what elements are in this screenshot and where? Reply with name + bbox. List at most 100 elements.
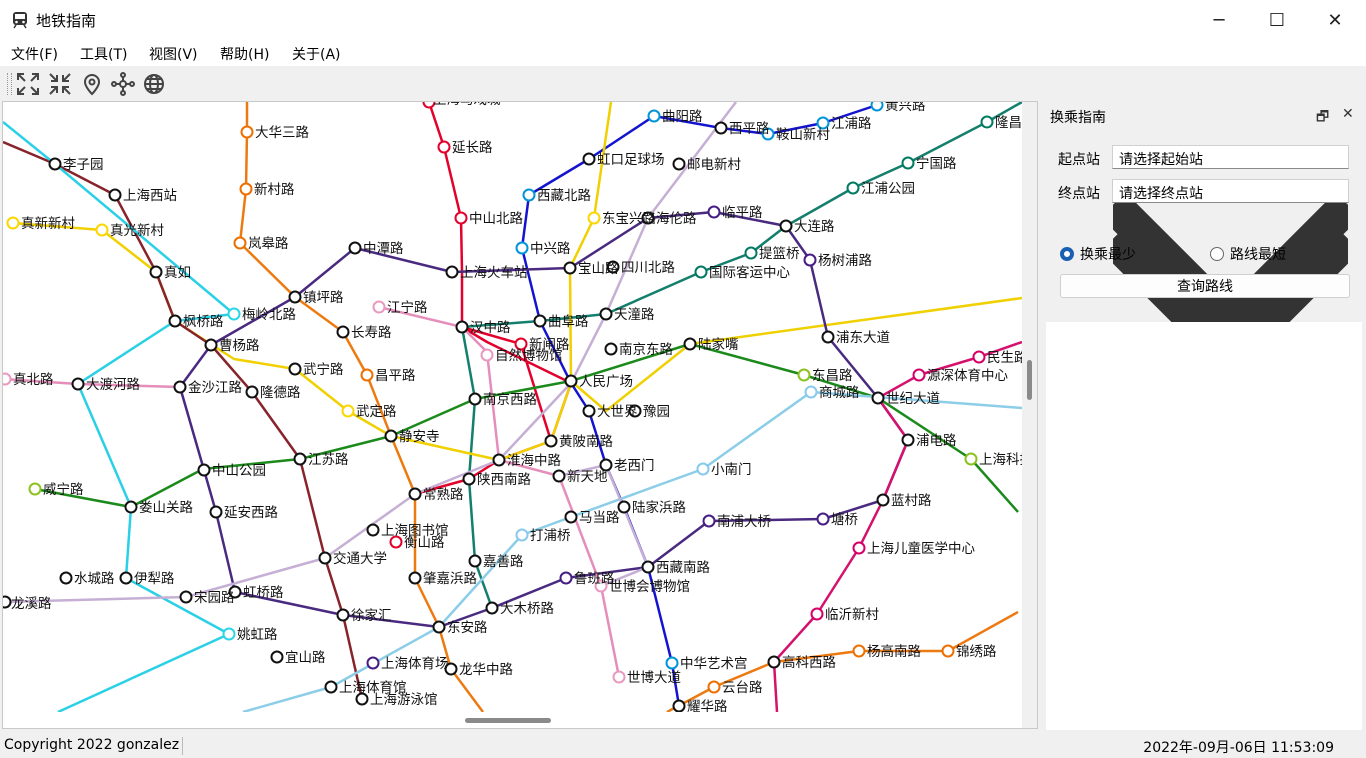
station-node[interactable] (941, 644, 955, 658)
station-label[interactable]: 马当路 (579, 510, 620, 526)
station-label[interactable]: 四川北路 (621, 260, 675, 276)
station-node[interactable] (384, 429, 398, 443)
station-node[interactable] (980, 115, 994, 129)
zoom-out-button[interactable] (47, 71, 73, 97)
globe-button[interactable] (141, 71, 167, 97)
station-label[interactable]: 武宁路 (303, 361, 344, 378)
station-node[interactable] (408, 571, 422, 585)
station-node[interactable] (119, 571, 133, 585)
end-station-select[interactable]: 请选择终点站 (1100, 179, 1361, 382)
station-node[interactable] (341, 404, 355, 418)
station-label[interactable]: 云台路 (722, 680, 763, 696)
station-node[interactable] (694, 265, 708, 279)
station-label[interactable]: 老西门 (614, 458, 655, 474)
station-node[interactable] (964, 452, 978, 466)
station-label[interactable]: 东安路 (447, 620, 488, 636)
station-label[interactable]: 东昌路 (812, 368, 853, 384)
station-label[interactable]: 锦绣路 (956, 644, 997, 660)
station-node[interactable] (804, 385, 818, 399)
station-label[interactable]: 世博大道 (627, 669, 681, 686)
station-node[interactable] (485, 601, 499, 615)
metro-map-view[interactable]: 上海马戏城延长路中山北路 大华三路新村路岚皋路真如曹杨路 镇坪路 中潭路上海火车站汉中… (2, 101, 1038, 729)
station-node[interactable] (533, 314, 547, 328)
station-label[interactable]: 西藏北路 (537, 188, 591, 204)
float-panel-icon[interactable]: 🗗 (1316, 106, 1329, 130)
station-node[interactable] (288, 362, 302, 376)
station-node[interactable] (455, 320, 469, 334)
station-label[interactable]: 虹桥路 (243, 585, 284, 601)
station-label[interactable]: 浦电路 (916, 433, 957, 449)
menu-help[interactable]: 帮助(H) (220, 44, 269, 64)
station-node[interactable] (803, 253, 817, 267)
station-node[interactable] (366, 656, 380, 670)
station-node[interactable] (683, 337, 697, 351)
station-label[interactable]: 商城路 (819, 385, 860, 401)
station-node[interactable] (515, 241, 529, 255)
station-label[interactable]: 海伦路 (656, 211, 697, 227)
map-horizontal-scroll-thumb[interactable] (465, 718, 551, 723)
station-label[interactable]: 长寿路 (351, 324, 392, 341)
station-label[interactable]: 岚皋路 (248, 236, 289, 252)
station-label[interactable]: 隆昌路 (995, 115, 1022, 131)
station-label[interactable]: 上海游泳馆 (370, 692, 438, 708)
station-node[interactable] (372, 300, 386, 314)
station-label[interactable]: 宋园路 (194, 590, 235, 606)
station-node[interactable] (480, 348, 494, 362)
station-node[interactable] (168, 314, 182, 328)
station-label[interactable]: 徐家汇 (351, 607, 392, 624)
station-node[interactable] (876, 493, 890, 507)
station-label[interactable]: 高科西路 (782, 654, 836, 671)
map-vertical-scrollbar[interactable] (1022, 102, 1037, 728)
station-node[interactable] (604, 342, 618, 356)
station-node[interactable] (714, 121, 728, 135)
station-node[interactable] (767, 655, 781, 669)
station-node[interactable] (852, 541, 866, 555)
station-label[interactable]: 江浦路 (831, 116, 872, 132)
station-node[interactable] (222, 627, 236, 641)
station-label[interactable]: 自然博物馆 (495, 347, 563, 364)
station-label[interactable]: 豫园 (643, 404, 670, 420)
station-node[interactable] (3, 372, 12, 386)
station-node[interactable] (564, 510, 578, 524)
metro-map[interactable]: 上海马戏城延长路中山北路 大华三路新村路岚皋路真如曹杨路 镇坪路 中潭路上海火车站汉中… (3, 102, 1022, 712)
station-node[interactable] (707, 680, 721, 694)
network-button[interactable] (110, 71, 136, 97)
station-label[interactable]: 宁国路 (916, 155, 957, 172)
station-label[interactable]: 金沙江路 (188, 380, 242, 396)
station-label[interactable]: 龙溪路 (11, 596, 52, 612)
minimize-button[interactable]: ─ (1190, 0, 1248, 40)
menu-about[interactable]: 关于(A) (292, 44, 341, 64)
station-label[interactable]: 蓝村路 (891, 493, 932, 509)
station-label[interactable]: 邮电新村 (687, 157, 741, 173)
station-label[interactable]: 世纪大道 (886, 391, 940, 407)
station-label[interactable]: 小南门 (711, 462, 752, 478)
station-node[interactable] (870, 102, 884, 112)
station-label[interactable]: 提篮桥 (759, 246, 800, 262)
station-label[interactable]: 中兴路 (530, 241, 571, 257)
station-node[interactable] (437, 140, 451, 154)
station-node[interactable] (641, 560, 655, 574)
station-node[interactable] (366, 523, 380, 537)
close-panel-icon[interactable]: ✕ (1342, 106, 1354, 122)
station-label[interactable]: 陕西南路 (477, 472, 531, 488)
station-node[interactable] (582, 404, 596, 418)
shortest-route-radio[interactable]: 路线最短 (1210, 244, 1286, 264)
station-label[interactable]: 人民广场 (579, 374, 633, 390)
station-label[interactable]: 枫桥路 (183, 314, 224, 330)
station-node[interactable] (901, 433, 915, 447)
station-node[interactable] (239, 182, 253, 196)
station-label[interactable]: 中潭路 (363, 241, 404, 257)
station-node[interactable] (972, 350, 986, 364)
station-label[interactable]: 娄山关路 (139, 500, 193, 516)
station-label[interactable]: 梅岭北路 (242, 307, 296, 323)
station-label[interactable]: 姚虹路 (237, 627, 278, 643)
station-label[interactable]: 威宁路 (43, 481, 84, 498)
station-label[interactable]: 曹杨路 (219, 338, 260, 354)
station-label[interactable]: 上海科技馆 (979, 452, 1022, 468)
station-node[interactable] (108, 188, 122, 202)
station-label[interactable]: 江宁路 (387, 299, 428, 316)
station-label[interactable]: 嘉善路 (483, 554, 524, 570)
station-label[interactable]: 镇坪路 (303, 290, 344, 306)
station-label[interactable]: 新村路 (254, 182, 295, 198)
station-node[interactable] (233, 236, 247, 250)
